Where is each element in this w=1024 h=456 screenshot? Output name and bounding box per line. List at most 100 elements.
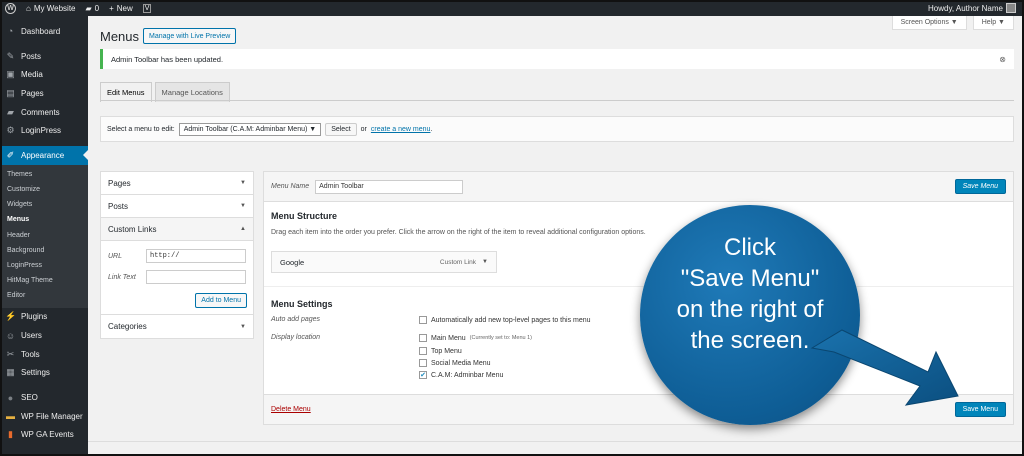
sidebar-item-seo[interactable]: ● SEO xyxy=(0,388,88,407)
tab-edit-menus[interactable]: Edit Menus xyxy=(100,82,152,102)
dismiss-icon[interactable]: ⊗ xyxy=(999,55,1006,64)
sidebar-item-loginpress[interactable]: ⚙ LoginPress xyxy=(0,121,88,140)
save-menu-button-top[interactable]: Save Menu xyxy=(954,179,1006,194)
plugin-toolbar-menu[interactable]: V xyxy=(138,0,157,16)
submenu-hitmag-theme[interactable]: HitMag Theme xyxy=(0,273,88,288)
accordion-pages[interactable]: Pages ▼ xyxy=(101,172,253,195)
sidebar-item-wp-file-manager[interactable]: ▬ WP File Manager xyxy=(0,407,88,426)
url-label: URL xyxy=(108,252,123,260)
checkbox-icon[interactable] xyxy=(419,347,427,355)
tab-manage-locations[interactable]: Manage Locations xyxy=(154,82,230,102)
checkbox-icon[interactable] xyxy=(419,334,427,342)
sidebar-item-label: Pages xyxy=(21,88,44,98)
location-note: (Currently set to: Menu 1) xyxy=(469,335,532,341)
wordpress-logo-icon: W xyxy=(5,2,16,14)
chevron-down-icon: ▼ xyxy=(240,180,246,186)
menu-settings-heading: Menu Settings xyxy=(271,299,333,309)
menu-name-input[interactable]: Admin Toolbar xyxy=(315,179,464,194)
settings-divider xyxy=(264,286,1013,287)
submenu-background[interactable]: Background xyxy=(0,243,88,258)
appearance-submenu: Themes Customize Widgets Menus Header Ba… xyxy=(0,164,88,308)
chevron-down-icon: ▼ xyxy=(240,203,246,209)
url-row: URL http:// xyxy=(108,249,246,263)
custom-links-body: URL http:// Link Text Add to Menu xyxy=(101,241,253,315)
checkbox-icon[interactable] xyxy=(419,359,427,367)
checkbox-icon[interactable] xyxy=(419,316,427,324)
menu-select-bar: Select a menu to edit: Admin Toolbar (C.… xyxy=(100,116,1014,142)
wp-logo-menu[interactable]: W xyxy=(0,0,21,16)
menu-item-type: Custom Link xyxy=(439,258,477,266)
sidebar-item-label: Tools xyxy=(21,349,40,359)
sidebar-item-settings[interactable]: ▦ Settings xyxy=(0,364,88,383)
accordion-categories[interactable]: Categories ▼ xyxy=(101,315,253,338)
comment-bubble-icon: ▰ xyxy=(85,3,92,13)
url-input[interactable]: http:// xyxy=(146,249,246,263)
submenu-widgets[interactable]: Widgets xyxy=(0,197,88,212)
link-text-label: Link Text xyxy=(108,273,136,281)
sidebar-item-dashboard[interactable]: ◔ Dashboard xyxy=(0,22,88,41)
sidebar-item-plugins[interactable]: ⚡ Plugins xyxy=(0,308,88,327)
help-button[interactable]: Help ▼ xyxy=(972,16,1014,30)
menu-management-panel: Menu Name Admin Toolbar Save Menu Menu S… xyxy=(263,171,1014,425)
submenu-header[interactable]: Header xyxy=(0,228,88,243)
sidebar-item-users[interactable]: ☺ Users xyxy=(0,326,88,345)
location-main-menu[interactable]: Main Menu (Currently set to: Menu 1) xyxy=(419,334,532,342)
sidebar-item-label: Posts xyxy=(21,51,42,61)
location-cam-adminbar-menu[interactable]: ✔ C.A.M: Adminbar Menu xyxy=(419,371,503,379)
sidebar-item-appearance[interactable]: ✐ Appearance xyxy=(0,146,88,165)
sidebar-item-label: Appearance xyxy=(21,150,65,160)
sidebar-item-label: LoginPress xyxy=(21,126,62,136)
page-title: Menus xyxy=(100,29,140,44)
new-content-menu[interactable]: + New xyxy=(104,0,138,16)
callout-line: Click xyxy=(724,234,776,261)
auto-add-checkbox[interactable]: Automatically add new top-level pages to… xyxy=(419,316,591,324)
accordion-posts[interactable]: Posts ▼ xyxy=(101,195,253,218)
sidebar-item-label: SEO xyxy=(21,393,38,403)
link-text-input[interactable] xyxy=(146,270,246,284)
submenu-themes[interactable]: Themes xyxy=(0,167,88,182)
location-top-menu[interactable]: Top Menu xyxy=(419,347,462,355)
menu-name-label: Menu Name xyxy=(271,183,310,190)
brush-icon: ✐ xyxy=(6,149,15,160)
nav-tabs: Edit Menus Manage Locations xyxy=(100,82,230,102)
menu-select[interactable]: Admin Toolbar (C.A.M: Adminbar Menu) ▼ xyxy=(178,122,322,136)
location-social-media-menu[interactable]: Social Media Menu xyxy=(419,359,491,367)
account-menu[interactable]: Howdy, Author Name xyxy=(923,0,1024,16)
create-menu-link[interactable]: create a new menu xyxy=(371,126,431,133)
sidebar-item-wp-ga-events[interactable]: ▮ WP GA Events xyxy=(0,426,88,445)
menu-structure-description: Drag each item into the order you prefer… xyxy=(271,229,646,236)
menu-item-title: Google xyxy=(280,257,305,267)
sidebar-item-pages[interactable]: ▤ Pages xyxy=(0,84,88,103)
sidebar-item-label: Comments xyxy=(21,107,60,117)
add-to-menu-button[interactable]: Add to Menu xyxy=(195,293,247,308)
update-notice: Admin Toolbar has been updated. ⊗ xyxy=(100,49,1014,69)
screen-options-button[interactable]: Screen Options ▼ xyxy=(891,16,967,30)
folder-icon: ▬ xyxy=(6,411,15,422)
accordion-label: Custom Links xyxy=(108,224,157,234)
sidebar-item-media[interactable]: ▣ Media xyxy=(0,65,88,84)
chevron-down-icon[interactable]: ▼ xyxy=(482,259,488,265)
greeting: Howdy, Author Name xyxy=(928,3,1003,13)
site-name-menu[interactable]: ⌂ My Website xyxy=(21,0,80,16)
submenu-menus[interactable]: Menus xyxy=(0,212,88,227)
save-menu-button-bottom[interactable]: Save Menu xyxy=(954,402,1006,417)
period-text: . xyxy=(430,125,433,133)
sidebar-item-comments[interactable]: ▰ Comments xyxy=(0,103,88,122)
sidebar-item-label: Settings xyxy=(21,368,50,378)
submenu-editor[interactable]: Editor xyxy=(0,288,88,303)
sidebar-item-posts[interactable]: ✎ Posts xyxy=(0,47,88,66)
accordion-custom-links[interactable]: Custom Links ▲ xyxy=(101,218,253,241)
sidebar-item-label: WP GA Events xyxy=(21,430,74,440)
comments-menu[interactable]: ▰ 0 xyxy=(80,0,104,16)
select-button[interactable]: Select xyxy=(325,122,357,136)
submenu-loginpress[interactable]: LoginPress xyxy=(0,258,88,273)
page-icon: ▤ xyxy=(6,87,15,98)
submenu-customize[interactable]: Customize xyxy=(0,182,88,197)
live-preview-button[interactable]: Manage with Live Preview xyxy=(143,28,237,44)
menu-footer: Delete Menu Save Menu xyxy=(264,394,1013,424)
checkmark-icon[interactable]: ✔ xyxy=(419,371,427,379)
comment-icon: ▰ xyxy=(7,106,14,117)
delete-menu-link[interactable]: Delete Menu xyxy=(271,406,311,413)
menu-item-google[interactable]: Google Custom Link ▼ xyxy=(271,251,497,273)
sidebar-item-tools[interactable]: ✂ Tools xyxy=(0,345,88,364)
